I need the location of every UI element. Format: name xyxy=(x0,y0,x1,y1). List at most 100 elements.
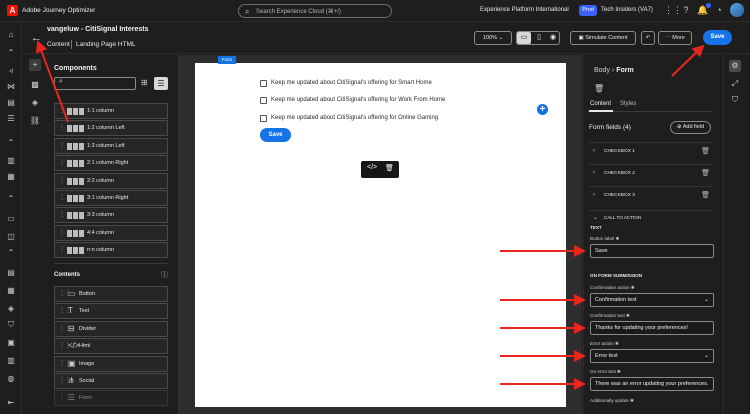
trash-icon[interactable]: 🗑 xyxy=(701,169,710,177)
chevron-right-icon[interactable]: › xyxy=(593,170,595,176)
structure-item[interactable]: ⋮⋮ 3:3 column xyxy=(54,207,168,224)
tab-inspector-styles[interactable]: Styles xyxy=(620,101,636,107)
chevron-up-icon[interactable]: ⌃ xyxy=(5,248,17,258)
resize-icon[interactable]: ⤢ xyxy=(729,78,741,90)
components-search-input[interactable]: ⌕ xyxy=(54,77,136,90)
confirmation-action-select[interactable]: Confirmation text ⌄ xyxy=(590,293,714,307)
report-icon[interactable]: ▦ xyxy=(5,172,17,182)
journey-icon[interactable]: ⋈ xyxy=(5,82,17,92)
help-icon[interactable]: ? xyxy=(680,4,692,16)
content-icon[interactable]: ▤ xyxy=(5,98,17,108)
desktop-icon[interactable]: ▭ xyxy=(517,32,531,44)
org-name[interactable]: Experience Platform International xyxy=(480,7,569,13)
shield-icon[interactable]: ⛉ xyxy=(729,94,741,106)
collapse-icon[interactable]: ⇤ xyxy=(5,398,17,408)
checkbox-work-from-home[interactable] xyxy=(260,97,267,104)
list-view-icon[interactable]: ☰ xyxy=(154,77,168,90)
adobe-logo[interactable]: A xyxy=(7,5,18,16)
structure-item[interactable]: ⋮⋮ 4:4 column xyxy=(54,224,168,241)
add-section-icon[interactable]: + xyxy=(537,104,548,115)
dataset-icon[interactable]: ▦ xyxy=(5,286,17,296)
confirmation-text-field[interactable]: Thanks for updating your preferences! xyxy=(590,321,714,335)
content-item[interactable]: ⋮⋮ T Text xyxy=(54,303,168,320)
mobile-icon[interactable]: ▯ xyxy=(532,32,546,44)
sandbox-name[interactable]: Tech Insiders (VA7) xyxy=(601,7,653,13)
list-icon[interactable]: ☰ xyxy=(5,114,17,124)
schema-icon[interactable]: ▤ xyxy=(5,268,17,278)
preview-eye-icon[interactable]: ◉ xyxy=(546,32,560,44)
structure-item[interactable]: ⋮⋮ 1:3 column Left xyxy=(54,137,168,154)
grid-view-icon[interactable]: ⊞ xyxy=(141,78,148,87)
campaign-icon[interactable]: ◃ xyxy=(5,66,17,76)
shield-icon[interactable]: ⛉ xyxy=(5,320,17,330)
monitor-icon[interactable]: ▥ xyxy=(5,356,17,366)
structure-item[interactable]: ⋮⋮ 2:1 column Right xyxy=(54,155,168,172)
chart-icon[interactable]: ▥ xyxy=(5,156,17,166)
profile-icon[interactable]: ▭ xyxy=(5,214,17,224)
chevron-up-icon[interactable]: ⌃ xyxy=(5,194,17,204)
trash-icon[interactable]: 🗑 xyxy=(701,147,710,155)
home-icon[interactable]: ⌂ xyxy=(5,30,17,40)
avatar[interactable] xyxy=(730,3,744,17)
add-components-icon[interactable]: + xyxy=(29,59,41,71)
delete-element-icon[interactable]: 🗑 xyxy=(594,84,604,93)
chevron-right-icon[interactable]: › xyxy=(593,192,595,198)
tab-content[interactable]: Content xyxy=(47,41,70,48)
trash-icon[interactable]: 🗑 xyxy=(701,191,710,199)
add-field-button[interactable]: ⊕ Add field xyxy=(670,121,711,134)
form-field-row[interactable]: › CHECKBOX 2 🗑 xyxy=(589,164,713,182)
tab-separator xyxy=(71,40,72,49)
simulate-content-button[interactable]: ▣ Simulate Content xyxy=(570,31,636,45)
env-badge[interactable]: Prod xyxy=(579,5,597,16)
error-action-select[interactable]: Error text ⌄ xyxy=(590,349,714,363)
structure-item[interactable]: ⋮⋮ n:n column xyxy=(54,242,168,259)
checkbox-online-gaming[interactable] xyxy=(260,115,267,122)
link-icon[interactable]: ⛓ xyxy=(29,115,41,127)
back-arrow-icon[interactable]: ← xyxy=(31,32,42,44)
search-input[interactable]: ⌕ Search Experience Cloud (⌘+/) xyxy=(238,4,392,18)
content-item[interactable]: ⋮⋮ ⋔ Social xyxy=(54,373,168,389)
layers-icon[interactable]: ◈ xyxy=(29,97,41,109)
segment-icon[interactable]: ◫ xyxy=(5,232,17,242)
chevron-up-icon[interactable]: ⌃ xyxy=(5,48,17,58)
error-text-label: On error text ✱ xyxy=(590,369,621,374)
structure-item[interactable]: ⋮⋮ 1:2 column Left xyxy=(54,120,168,137)
structure-item[interactable]: ⋮⋮ 1:1 column xyxy=(54,103,168,119)
source-icon[interactable]: ◈ xyxy=(5,304,17,314)
structure-item[interactable]: ⋮⋮ 2:2 column xyxy=(54,172,168,189)
form-save-button[interactable]: Save xyxy=(260,128,291,142)
content-item[interactable]: ⋮⋮ ▣ Image xyxy=(54,355,168,372)
assets-icon[interactable]: ▩ xyxy=(29,79,41,91)
app-title[interactable]: Adobe Journey Optimizer xyxy=(22,7,95,14)
content-item[interactable]: ⋮⋮ </> Html xyxy=(54,338,168,355)
chevron-right-icon[interactable]: › xyxy=(593,148,595,154)
megaphone-icon[interactable]: ◔ xyxy=(713,4,725,16)
apps-grid-icon[interactable]: ⋮⋮ xyxy=(664,4,682,16)
form-field-row[interactable]: › CHECKBOX 1 🗑 xyxy=(589,142,713,160)
zoom-select[interactable]: 100% ⌄ xyxy=(474,31,512,45)
checkbox-smart-home[interactable] xyxy=(260,80,267,87)
code-icon[interactable]: </> xyxy=(367,164,377,171)
breadcrumb-body[interactable]: Body xyxy=(594,67,610,74)
properties-icon[interactable]: ⚙ xyxy=(729,60,741,72)
trash-icon[interactable]: 🗑 xyxy=(385,164,394,172)
tab-inspector-content[interactable]: Content xyxy=(590,101,611,107)
cta-section-header[interactable]: ⌄ CALL TO ACTION xyxy=(589,210,713,221)
button-label-field[interactable]: Save xyxy=(590,244,714,258)
content-item[interactable]: ⋮⋮ ☰ Form xyxy=(54,390,168,407)
form-field-row[interactable]: › CHECKBOX 3 🗑 xyxy=(589,186,713,204)
content-item[interactable]: ⋮⋮ ⊟ Divider xyxy=(54,320,168,337)
more-label: More xyxy=(672,35,685,41)
error-text-field[interactable]: There was an error updating your prefere… xyxy=(590,377,714,391)
more-button[interactable]: ⋯ More xyxy=(658,31,692,45)
save-button[interactable]: Save xyxy=(703,30,732,45)
tab-landing-page-html[interactable]: Landing Page HTML xyxy=(76,41,136,48)
chevron-up-icon[interactable]: ⌃ xyxy=(5,138,17,148)
info-icon[interactable]: ⓘ xyxy=(161,270,168,280)
settings-icon[interactable]: ◍ xyxy=(5,374,17,384)
content-item[interactable]: ⋮⋮ ▭ Button xyxy=(54,286,168,302)
undo-icon[interactable]: ↶ xyxy=(641,31,655,45)
query-icon[interactable]: ▣ xyxy=(5,338,17,348)
error-action-value: Error text xyxy=(595,353,618,359)
structure-item[interactable]: ⋮⋮ 3:1 column Right xyxy=(54,190,168,206)
